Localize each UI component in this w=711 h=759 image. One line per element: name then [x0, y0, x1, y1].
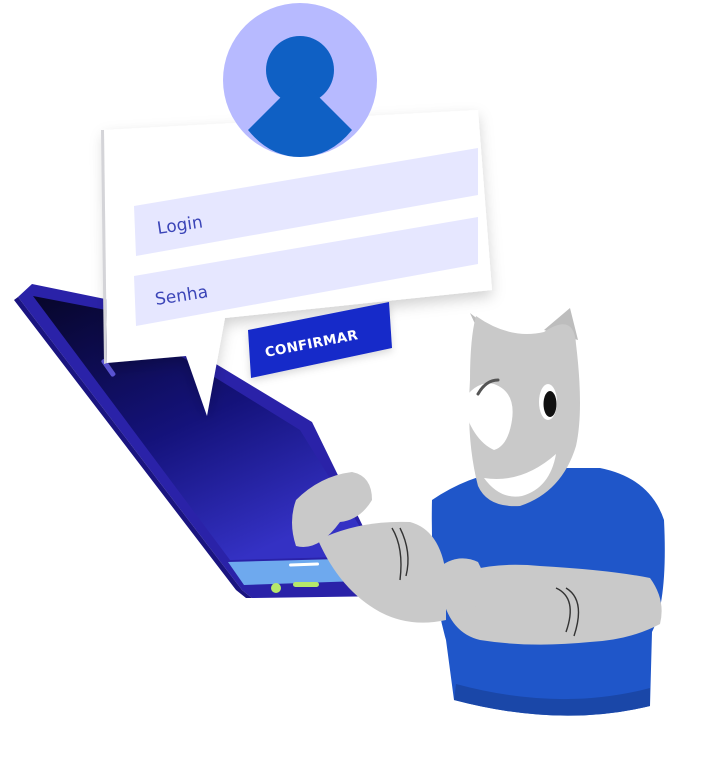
- rhino-horn: [462, 383, 513, 450]
- avatar: [223, 3, 377, 157]
- rhino-left-forearm: [318, 521, 446, 623]
- phone-home-bar: [293, 582, 319, 587]
- rhino-pupil: [543, 391, 557, 417]
- phone-home-dot: [271, 583, 281, 593]
- login-illustration: Login Senha CONFIRMAR: [14, 3, 665, 716]
- rhino-right-fist: [434, 558, 485, 611]
- rhino-mascot: [292, 308, 665, 716]
- login-card: Login Senha CONFIRMAR: [101, 3, 492, 416]
- confirm-button[interactable]: CONFIRMAR: [248, 302, 392, 378]
